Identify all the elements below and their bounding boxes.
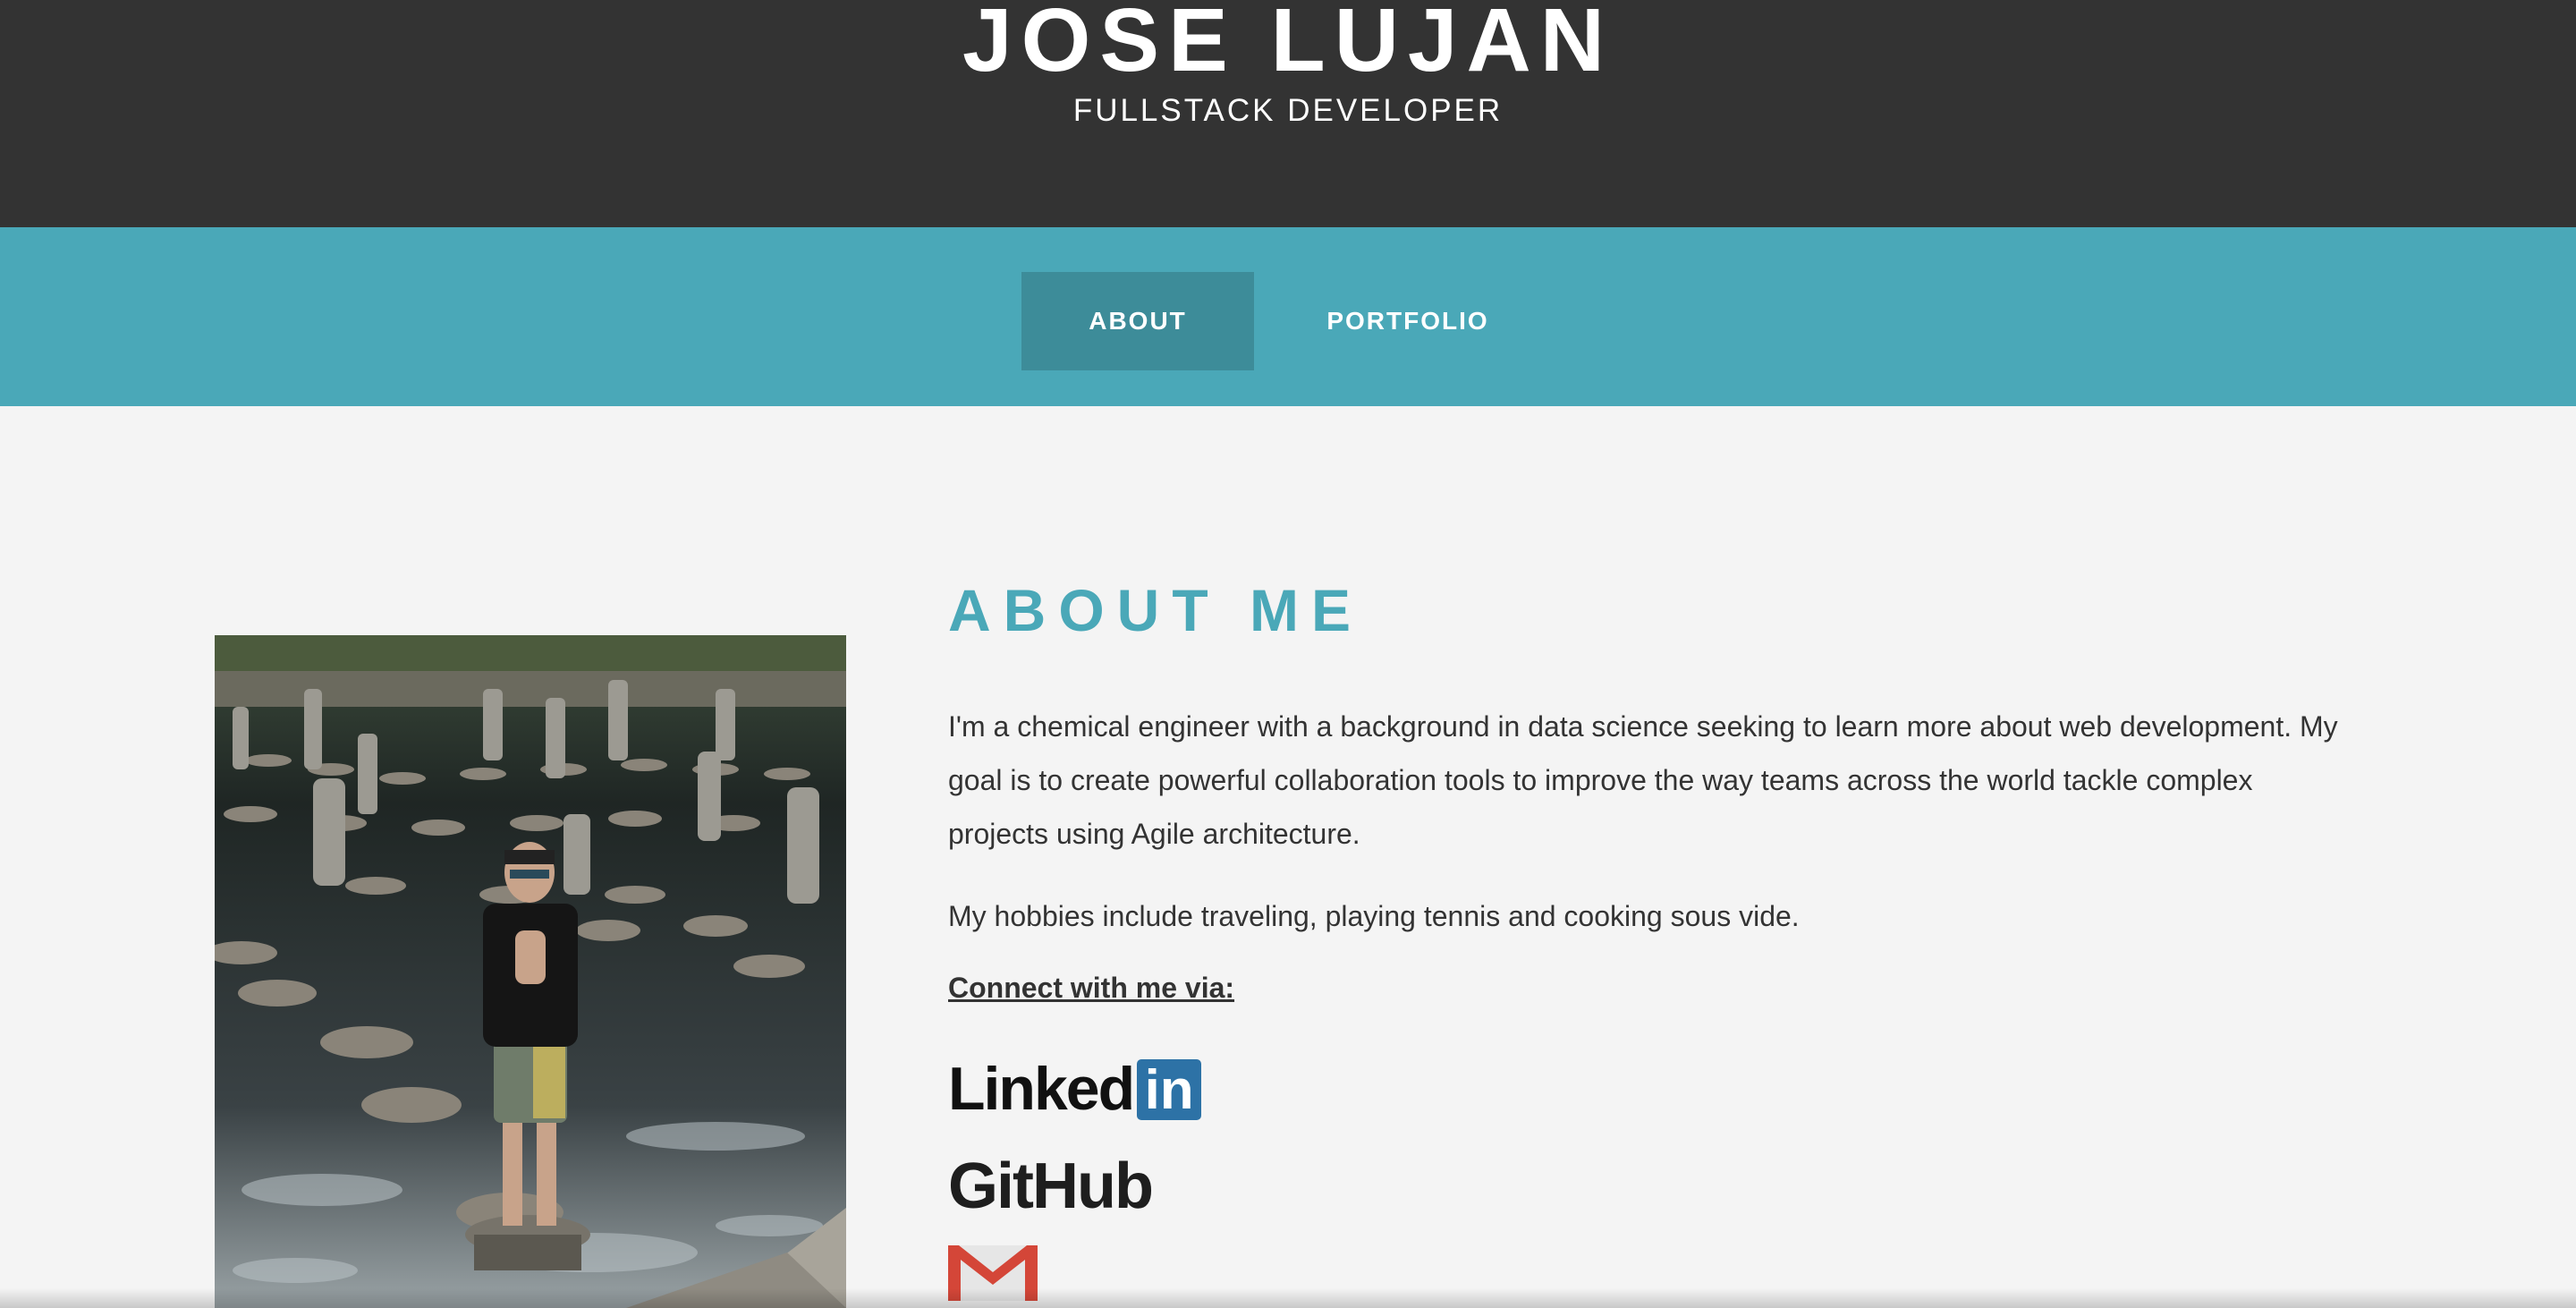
about-section: ABOUT ME I'm a chemical engineer with a …	[0, 406, 2576, 1308]
about-heading: ABOUT ME	[948, 577, 1363, 643]
github-logo-word: GitHub	[948, 1151, 1154, 1222]
nav-tab-portfolio[interactable]: PORTFOLIO	[1292, 272, 1524, 370]
connect-label: Connect with me via:	[948, 972, 1235, 1004]
about-paragraph-2: My hobbies include traveling, playing te…	[948, 900, 1800, 932]
site-header: JOSE LUJAN FULLSTACK DEVELOPER	[0, 0, 2576, 227]
profile-photo	[215, 635, 846, 1308]
github-link[interactable]: GitHub	[948, 1151, 1154, 1222]
linkedin-logo-word: Linked	[948, 1055, 1135, 1123]
site-title: JOSE LUJAN	[962, 0, 1614, 90]
linkedin-link[interactable]: Linked in	[948, 1055, 1202, 1123]
bottom-shadow	[0, 1288, 2576, 1308]
site-subtitle: FULLSTACK DEVELOPER	[1072, 93, 1504, 128]
linkedin-icon: in	[1137, 1059, 1202, 1121]
nav-tab-about[interactable]: ABOUT	[1021, 272, 1254, 370]
about-paragraph-1: I'm a chemical engineer with a backgroun…	[948, 710, 2338, 850]
nav-bar: ABOUT PORTFOLIO	[0, 227, 2576, 406]
